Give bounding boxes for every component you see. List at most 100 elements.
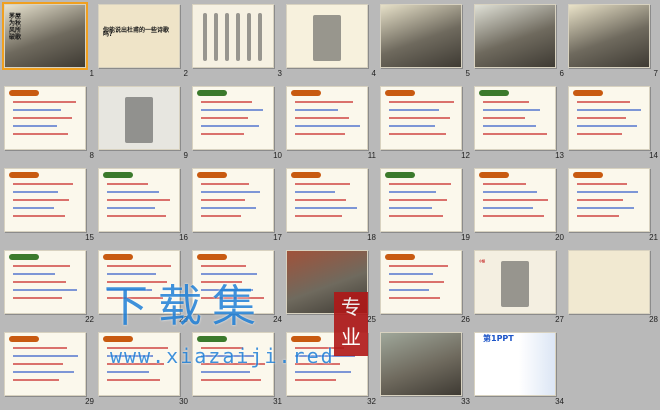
slide-text-line bbox=[577, 125, 637, 127]
slide-text-line bbox=[201, 133, 244, 135]
slide-caption: 小结 bbox=[479, 259, 486, 263]
slide-text-line bbox=[295, 191, 335, 193]
slide-caption: 你能说出杜甫的一些诗歌吗? bbox=[103, 27, 170, 38]
slide-text-line bbox=[295, 101, 353, 103]
slide-text-line bbox=[201, 109, 263, 111]
slide-number: 22 bbox=[85, 315, 94, 324]
slide-thumbnail[interactable] bbox=[474, 86, 556, 150]
watermark-url: www.xiazaiji.red bbox=[110, 344, 335, 368]
slide-thumbnail[interactable] bbox=[286, 168, 368, 232]
slide-text-line bbox=[483, 199, 548, 201]
slide-text-line bbox=[13, 363, 63, 365]
slide-title-tag bbox=[9, 336, 39, 342]
slide-title-tag bbox=[291, 90, 321, 96]
slide-text-line bbox=[577, 215, 619, 217]
slide-text-line bbox=[295, 117, 349, 119]
slide-number: 19 bbox=[461, 233, 470, 242]
slide-thumbnail[interactable] bbox=[568, 86, 650, 150]
slide-text-line bbox=[295, 125, 360, 127]
slide-thumbnail[interactable] bbox=[192, 168, 274, 232]
slide-text-line bbox=[13, 133, 68, 135]
slide-title-tag bbox=[573, 90, 603, 96]
slide-number: 10 bbox=[273, 151, 282, 160]
slide-title-tag bbox=[385, 254, 415, 260]
slide-text-line bbox=[295, 133, 345, 135]
slide-thumbnail[interactable] bbox=[4, 250, 86, 314]
slide-thumbnail[interactable] bbox=[380, 250, 462, 314]
slide-text-line bbox=[107, 199, 170, 201]
slide-title-tag bbox=[291, 336, 321, 342]
slide-number: 4 bbox=[371, 69, 376, 78]
slide-text-line bbox=[295, 183, 350, 185]
slide-title-tag bbox=[573, 172, 603, 178]
slide-number: 7 bbox=[653, 69, 658, 78]
slide-number: 15 bbox=[85, 233, 94, 242]
slide-title-tag bbox=[385, 172, 415, 178]
slide-thumbnail[interactable] bbox=[380, 86, 462, 150]
slide-text-line bbox=[107, 379, 160, 381]
slide-text-line bbox=[13, 355, 78, 357]
slide-thumbnail[interactable]: 小结 bbox=[474, 250, 556, 314]
slide-thumbnail[interactable] bbox=[192, 86, 274, 150]
slide-thumbnail[interactable] bbox=[4, 332, 86, 396]
slide-thumbnail[interactable]: 你能说出杜甫的一些诗歌吗? bbox=[98, 4, 180, 68]
slide-thumbnail[interactable] bbox=[4, 86, 86, 150]
slide-thumbnail[interactable] bbox=[286, 4, 368, 68]
slide-text-line bbox=[577, 109, 641, 111]
slide-title-tag bbox=[9, 172, 39, 178]
slide-text-line bbox=[295, 109, 338, 111]
slide-thumbnail[interactable] bbox=[380, 168, 462, 232]
slide-thumbnail[interactable] bbox=[286, 86, 368, 150]
slide-text-line bbox=[295, 215, 342, 217]
slide-text-line bbox=[483, 207, 533, 209]
slide-text-line bbox=[577, 117, 626, 119]
slide-number: 1 bbox=[89, 69, 94, 78]
slide-photo bbox=[475, 5, 555, 67]
slide-thumbnail[interactable]: 第1PPT bbox=[474, 332, 556, 396]
slide-photo bbox=[381, 5, 461, 67]
slide-thumbnail[interactable] bbox=[380, 4, 462, 68]
slide-portrait bbox=[313, 15, 341, 61]
slide-thumbnail[interactable] bbox=[98, 86, 180, 150]
slide-text-line bbox=[483, 109, 540, 111]
slide-text-line bbox=[201, 379, 261, 381]
slide-calligraphy-stroke bbox=[214, 13, 218, 61]
slide-number: 32 bbox=[367, 397, 376, 406]
slide-text-line bbox=[389, 289, 429, 291]
slide-text-line bbox=[389, 215, 443, 217]
slide-portrait bbox=[125, 97, 153, 143]
slide-title-tag bbox=[197, 336, 227, 342]
slide-text-line bbox=[389, 109, 439, 111]
slide-text-line bbox=[13, 199, 69, 201]
slide-text-line bbox=[483, 101, 529, 103]
slide-thumbnail[interactable] bbox=[568, 250, 650, 314]
slide-thumbnail[interactable] bbox=[568, 168, 650, 232]
slide-thumbnail[interactable] bbox=[474, 168, 556, 232]
slide-number: 21 bbox=[649, 233, 658, 242]
slide-title-tag bbox=[197, 90, 227, 96]
slide-text-line bbox=[13, 371, 74, 373]
slide-number: 16 bbox=[179, 233, 188, 242]
slide-text-line bbox=[13, 215, 65, 217]
slide-photo bbox=[381, 333, 461, 395]
slide-text-line bbox=[483, 125, 536, 127]
slide-caption: 第1PPT bbox=[483, 334, 514, 343]
slide-thumbnail[interactable] bbox=[192, 4, 274, 68]
slide-thumbnail[interactable] bbox=[474, 4, 556, 68]
slide-text-line bbox=[577, 101, 630, 103]
slide-number: 26 bbox=[461, 315, 470, 324]
slide-thumbnail[interactable]: 茅屋为秋风所破歌 bbox=[2, 2, 88, 70]
slide-thumbnail[interactable] bbox=[568, 4, 650, 68]
slide-number: 17 bbox=[273, 233, 282, 242]
slide-text-line bbox=[577, 133, 622, 135]
slide-number: 5 bbox=[465, 69, 470, 78]
slide-title-tag bbox=[385, 90, 415, 96]
slide-thumbnail[interactable] bbox=[4, 168, 86, 232]
slide-text-line bbox=[107, 215, 166, 217]
slide-thumbnail[interactable] bbox=[380, 332, 462, 396]
slide-text-line bbox=[13, 101, 76, 103]
slide-thumbnail[interactable] bbox=[98, 168, 180, 232]
slide-calligraphy-stroke bbox=[258, 13, 262, 61]
slide-title-tag bbox=[9, 90, 39, 96]
slide-number: 6 bbox=[559, 69, 564, 78]
